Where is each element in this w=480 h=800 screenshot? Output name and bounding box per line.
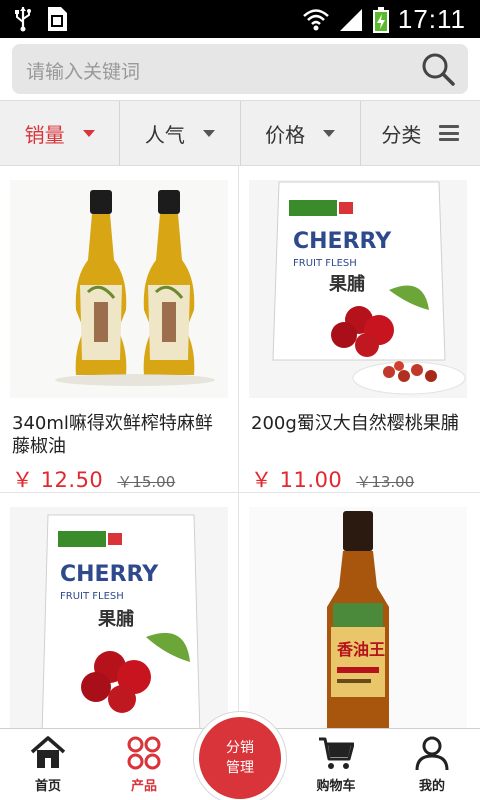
status-bar: 17:11 (0, 0, 480, 38)
center-button-line1: 分销 (226, 740, 254, 756)
product-card[interactable]: CHERRY FRUIT FLESH 果脯 200g蜀汉大自然樱桃果脯 ￥ 11… (239, 166, 480, 493)
nav-products[interactable]: 产品 (96, 729, 192, 800)
product-grid: 340ml嘛得欢鲜榨特麻鲜藤椒油 ￥ 12.50 ￥15.00 CHERRY F… (0, 166, 480, 728)
sort-down-icon (82, 129, 95, 137)
battery-icon (372, 6, 389, 33)
package-sub-text: FRUIT FLESH (293, 258, 357, 269)
search-area: 请输入关键词 (0, 38, 480, 100)
menu-icon (439, 125, 460, 141)
nav-label: 首页 (34, 779, 61, 794)
package-label-text: 香油王 (336, 640, 385, 659)
product-image-pepper-oil[interactable] (10, 180, 228, 398)
product-card[interactable]: 香油王 (239, 493, 480, 728)
product-old-price: ￥13.00 (356, 473, 415, 491)
product-title[interactable]: 200g蜀汉大自然樱桃果脯 (251, 412, 469, 435)
filter-tab-label: 人气 (144, 122, 185, 147)
price-row: ￥ 11.00 ￥13.00 (251, 464, 414, 494)
filter-tab-sales[interactable]: 销量 (0, 101, 121, 165)
filter-bar: 销量 人气 价格 分类 (0, 100, 480, 166)
product-card[interactable]: 340ml嘛得欢鲜榨特麻鲜藤椒油 ￥ 12.50 ￥15.00 (0, 166, 239, 493)
home-icon (30, 736, 66, 768)
search-placeholder: 请输入关键词 (26, 61, 141, 83)
cart-icon (319, 737, 354, 769)
search-input[interactable]: 请输入关键词 (12, 44, 468, 94)
distribution-management-button[interactable]: 分销 管理 (199, 717, 281, 799)
center-button-line2: 管理 (226, 760, 254, 776)
filter-tab-label: 分类 (381, 122, 422, 147)
signal-icon (339, 8, 362, 31)
sim-card-icon (48, 7, 67, 31)
filter-tab-label: 价格 (265, 122, 306, 147)
nav-cart[interactable]: 购物车 (288, 729, 384, 800)
user-icon (415, 736, 449, 771)
package-brand-text: CHERRY (60, 562, 159, 587)
filter-tab-popularity[interactable]: 人气 (120, 101, 241, 165)
search-icon[interactable] (420, 51, 456, 87)
product-title[interactable]: 340ml嘛得欢鲜榨特麻鲜藤椒油 (12, 412, 230, 458)
bottom-nav: 首页 产品 分销 管理 购物车 我的 (0, 711, 480, 800)
nav-label: 产品 (130, 779, 157, 794)
clock: 17:11 (397, 4, 466, 34)
product-old-price: ￥15.00 (117, 473, 176, 491)
filter-tab-price[interactable]: 价格 (241, 101, 361, 165)
wifi-icon (303, 8, 329, 30)
sort-down-icon (323, 129, 336, 137)
sort-down-icon (202, 129, 215, 137)
nav-mine[interactable]: 我的 (384, 729, 480, 800)
usb-icon (15, 7, 31, 32)
product-price: ￥ 11.00 (251, 468, 343, 492)
nav-home[interactable]: 首页 (0, 729, 96, 800)
package-cn-text: 果脯 (97, 608, 134, 630)
nav-label: 购物车 (316, 779, 356, 794)
product-price: ￥ 12.50 (12, 468, 104, 492)
price-row: ￥ 12.50 ￥15.00 (12, 464, 175, 494)
nav-label: 我的 (418, 779, 445, 794)
product-image-cherry-fruit-flesh[interactable]: CHERRY FRUIT FLESH 果脯 (249, 180, 467, 398)
package-brand-text: CHERRY (293, 229, 392, 254)
product-image-sesame-oil[interactable]: 香油王 (249, 507, 467, 728)
grid-flower-icon (127, 736, 161, 770)
filter-tab-label: 销量 (24, 122, 65, 147)
package-sub-text: FRUIT FLESH (60, 591, 124, 602)
filter-tab-category[interactable]: 分类 (361, 101, 480, 165)
product-card[interactable]: CHERRY FRUIT FLESH 果脯 (0, 493, 239, 728)
product-image-cherry-fruit-flesh[interactable]: CHERRY FRUIT FLESH 果脯 (10, 507, 228, 728)
package-cn-text: 果脯 (328, 273, 365, 295)
